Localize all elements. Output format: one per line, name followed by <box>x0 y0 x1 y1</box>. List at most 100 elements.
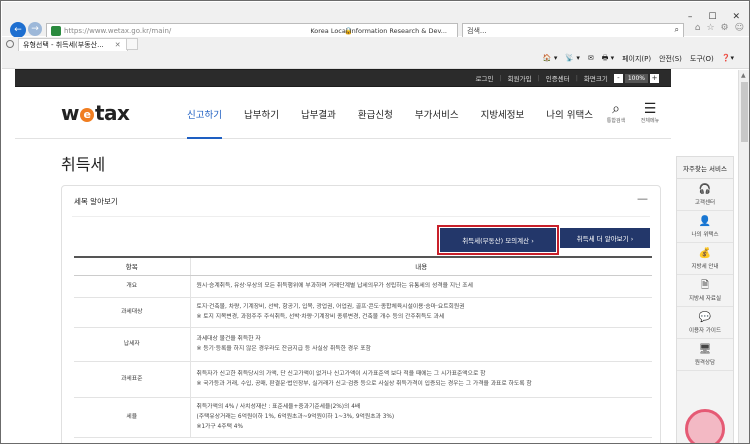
chat-icon: 💬 <box>698 311 712 323</box>
utility-items: 로그인 | 회원가입 | 인증센터 | 화면크기 - 100% + <box>475 73 659 83</box>
quick-service-panel: 자주찾는 서비스 🎧 고객센터 👤 나의 위택스 💰 지방세 안내 🗎 지방세 … <box>676 156 734 443</box>
quick-my-wetax[interactable]: 👤 나의 위택스 <box>677 211 733 243</box>
site-favicon-icon <box>51 25 61 36</box>
quick-remote-support[interactable]: 🖥 원격상담 <box>677 339 733 371</box>
quick-local-tax-docs[interactable]: 🗎 지방세 자료실 <box>677 275 733 307</box>
page-icon <box>6 40 14 48</box>
cmd-tools-menu[interactable]: 도구(O) <box>690 54 714 65</box>
monitor-icon: 🖥 <box>698 343 712 355</box>
minimize-icon[interactable]: – <box>688 12 693 22</box>
quick-local-tax-guide[interactable]: 💰 지방세 안내 <box>677 243 733 275</box>
table-row: 세율 취득가액의 4% / 사치성재산 : 표준세율+중과기준세율(2%)의 4… <box>74 397 652 438</box>
quick-user-guide[interactable]: 💬 이용자 가이드 <box>677 307 733 339</box>
site-identity[interactable]: Korea Local Information Research & Dev..… <box>310 27 447 35</box>
row-value: 과세대상 물건을 취득한 자 ※ 등기·등록을 하지 않은 경우라도 잔금지급 … <box>190 327 652 362</box>
back-button[interactable]: ← <box>10 22 26 38</box>
zoom-in-button[interactable]: + <box>650 73 659 83</box>
signup-link[interactable]: 회원가입 <box>508 73 532 83</box>
scroll-up-icon[interactable]: ▲ <box>741 72 746 79</box>
user-icon: 👤 <box>698 215 712 227</box>
nav-refund[interactable]: 환급신청 <box>358 107 393 121</box>
integrated-search-button[interactable]: ⌕ 통합검색 <box>601 101 631 124</box>
maximize-icon[interactable]: ☐ <box>708 12 716 22</box>
login-link[interactable]: 로그인 <box>476 73 494 83</box>
table-row: 납세자 과세대상 물건을 취득한 자 ※ 등기·등록을 하지 않은 경우라도 잔… <box>74 327 652 362</box>
cmd-print-icon[interactable]: 🖶 ▾ <box>602 54 614 65</box>
zoom-value: 100% <box>624 73 648 83</box>
close-icon[interactable]: ✕ <box>732 12 740 22</box>
row-key: 과세대상 <box>74 297 191 328</box>
command-items: 🏠 ▾ 📡 ▾ ✉ 🖶 ▾ 페이지(P) 안전(S) 도구(O) ❓▾ <box>543 54 734 65</box>
row-key: 과세표준 <box>74 361 191 398</box>
row-value: 취득가액의 4% / 사치성재산 : 표준세율+중과기준세율(2%)의 4배 (… <box>190 397 652 438</box>
toolbar-icons: ⌂ ☆ ⚙ ☺ <box>695 23 744 33</box>
scroll-thumb[interactable] <box>741 82 748 142</box>
vertical-scrollbar[interactable]: ▲ <box>738 70 749 443</box>
row-key: 납세자 <box>74 327 191 362</box>
quick-title: 자주찾는 서비스 <box>677 157 733 179</box>
zoom-out-button[interactable]: - <box>613 73 623 83</box>
wetax-logo[interactable]: w e tax <box>61 101 130 125</box>
favorites-icon[interactable]: ☆ <box>706 23 714 33</box>
nav-my-wetax[interactable]: 나의 위택스 <box>546 107 593 121</box>
row-key: 개요 <box>74 275 191 298</box>
all-menu-button[interactable]: ☰ 전체메뉴 <box>635 101 665 124</box>
row-value: 원시·승계취득, 유상·무상의 모든 취득행위에 부과하며 거래단계별 납세의무… <box>190 275 652 298</box>
window-controls: – ☐ ✕ <box>688 12 740 22</box>
address-bar: – ☐ ✕ ← → https://www.wetax.go.kr/main/ … <box>2 2 749 38</box>
table-row: 개요 원시·승계취득, 유상·무상의 모든 취득행위에 부과하며 거래단계별 납… <box>74 275 652 298</box>
row-key: 세율 <box>74 397 191 438</box>
help-icon[interactable]: ❓▾ <box>722 54 734 65</box>
table-row: 과세대상 토지·건축물, 차량, 기계장비, 선박, 항공기, 입목, 광업권,… <box>74 297 652 328</box>
nav-report[interactable]: 신고하기 <box>187 107 222 139</box>
tab-bar: 유형선택 - 취득세(부동산... ✕ <box>2 37 749 51</box>
site-header: w e tax 신고하기 납부하기 납부결과 환급신청 부가서비스 지방세정보 나의… <box>15 87 671 139</box>
zoom-control: - 100% + <box>613 73 659 83</box>
table-row: 과세표준 취득자가 신고한 취득당시의 가액, 단 신고가액이 없거나 신고가액… <box>74 361 652 398</box>
row-value: 토지·건축물, 차량, 기계장비, 선박, 항공기, 입목, 광업권, 어업권,… <box>190 297 652 328</box>
cmd-safety-menu[interactable]: 안전(S) <box>659 54 682 65</box>
money-bag-icon: 💰 <box>698 247 712 259</box>
main-nav: 신고하기 납부하기 납부결과 환급신청 부가서비스 지방세정보 나의 위택스 <box>187 107 615 139</box>
smiley-icon[interactable]: ☺ <box>735 23 744 33</box>
search-placeholder: 검색... <box>467 27 487 35</box>
page-title: 취득세 <box>61 155 106 174</box>
hamburger-icon: ☰ <box>643 101 657 117</box>
nav-extra-service[interactable]: 부가서비스 <box>415 107 459 121</box>
tab-close-icon[interactable]: ✕ <box>115 41 121 49</box>
row-value: 취득자가 신고한 취득당시의 가액, 단 신고가액이 없거나 신고가액이 시가표… <box>190 361 652 398</box>
document-icon: 🗎 <box>700 279 710 291</box>
tax-info-table: 항목 내용 개요 원시·승계취득, 유상·무상의 모든 취득행위에 부과하며 거… <box>74 256 652 438</box>
nav-pay[interactable]: 납부하기 <box>244 107 279 121</box>
cmd-mail-icon[interactable]: ✉ <box>588 54 594 65</box>
url-field[interactable]: https://www.wetax.go.kr/main/ 🔒 Korea Lo… <box>46 23 458 38</box>
cert-center-link[interactable]: 인증센터 <box>546 73 570 83</box>
tab-active[interactable]: 유형선택 - 취득세(부동산... ✕ <box>18 38 128 51</box>
mascot-image[interactable] <box>685 409 725 443</box>
tab-title: 유형선택 - 취득세(부동산... <box>23 41 104 49</box>
magnifier-icon: ⌕ <box>612 101 620 117</box>
command-bar: 🏠 ▾ 📡 ▾ ✉ 🖶 ▾ 페이지(P) 안전(S) 도구(O) ❓▾ <box>2 51 749 69</box>
home-icon[interactable]: ⌂ <box>695 23 701 33</box>
col-item-header: 항목 <box>74 256 191 276</box>
simulate-calc-button[interactable]: 취득세(부동산) 모의계산 › <box>437 225 559 255</box>
url-text: https://www.wetax.go.kr/main/ <box>64 26 172 35</box>
nav-pay-result[interactable]: 납부결과 <box>301 107 336 121</box>
nav-local-tax-info[interactable]: 지방세정보 <box>481 107 525 121</box>
cmd-home-icon[interactable]: 🏠 ▾ <box>543 54 557 65</box>
collapse-icon[interactable]: — <box>637 192 648 205</box>
search-icon[interactable]: ⌕ <box>675 25 679 35</box>
new-tab-button[interactable] <box>126 38 138 50</box>
headset-icon: 🎧 <box>698 183 712 195</box>
cmd-page-menu[interactable]: 페이지(P) <box>622 54 651 65</box>
browser-search-input[interactable]: 검색... ⌕ <box>462 23 684 38</box>
cmd-feed-icon[interactable]: 📡 ▾ <box>565 54 579 65</box>
col-content-header: 내용 <box>190 256 652 276</box>
utility-bar: 로그인 | 회원가입 | 인증센터 | 화면크기 - 100% + <box>15 70 671 86</box>
screen-size-label: 화면크기 <box>583 75 608 83</box>
learn-more-button[interactable]: 취득세 더 알아보기 › <box>560 228 650 248</box>
tax-info-card: 세목 알아보기 — 취득세(부동산) 모의계산 › 취득세 더 알아보기 › 항… <box>61 185 661 443</box>
forward-button[interactable]: → <box>28 22 42 36</box>
settings-icon[interactable]: ⚙ <box>721 23 729 33</box>
quick-customer-center[interactable]: 🎧 고객센터 <box>677 179 733 211</box>
